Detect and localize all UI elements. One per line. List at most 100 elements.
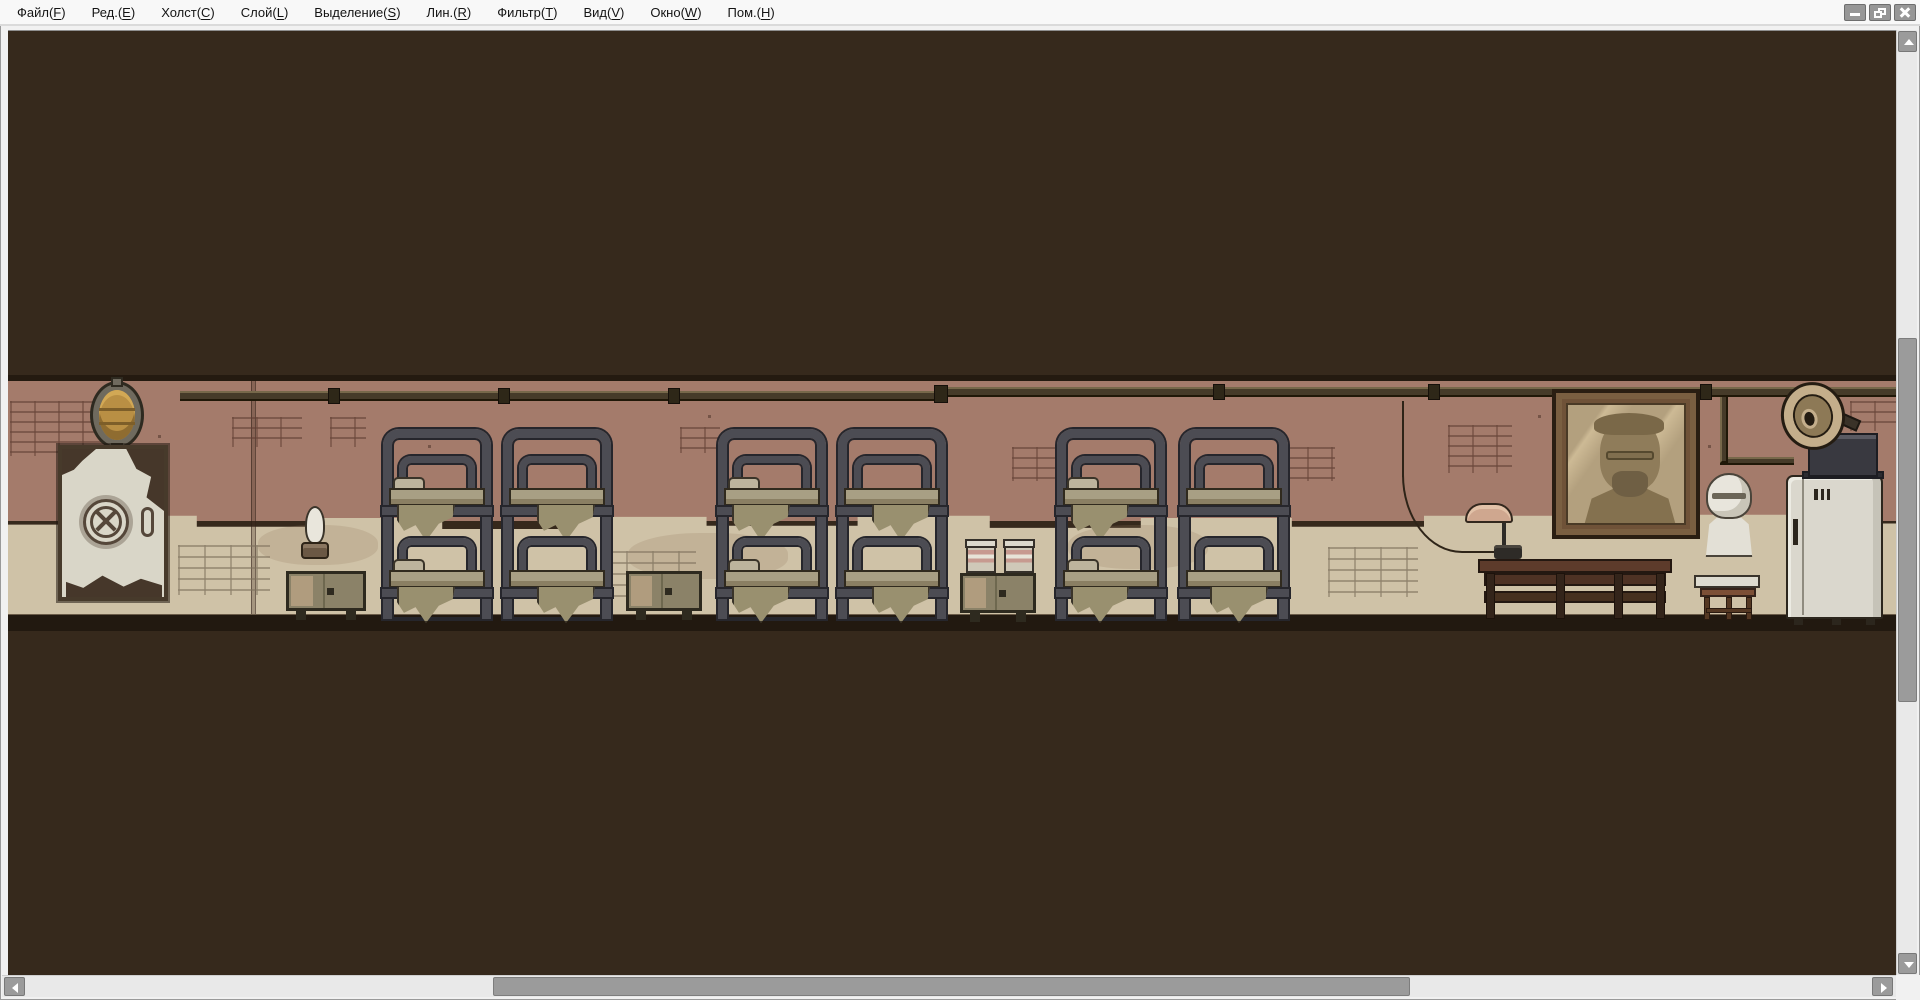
nightstand-foot <box>636 611 646 620</box>
brick-patch-light <box>178 545 270 595</box>
nightstand-foot <box>346 611 356 620</box>
desk-lamp-arm <box>1502 521 1506 547</box>
horizontal-scrollbar[interactable] <box>2 975 1896 997</box>
desk-rail <box>1484 573 1666 586</box>
desk-leg <box>1486 573 1495 619</box>
wall-dot <box>708 415 711 418</box>
desk-rail <box>1484 591 1666 603</box>
restore-button[interactable] <box>1869 4 1891 21</box>
brick-patch <box>680 427 720 453</box>
jar <box>1003 539 1035 573</box>
horizontal-scrollbar-thumb[interactable] <box>493 977 1410 996</box>
brick-patch <box>1012 447 1060 481</box>
wall-dot <box>158 435 161 438</box>
jar-cabinet <box>960 573 1036 613</box>
minimize-button[interactable] <box>1844 4 1866 21</box>
close-button[interactable] <box>1894 4 1916 21</box>
desk-leg <box>1656 573 1665 619</box>
pipe-coupling <box>1213 384 1225 400</box>
brick-patch <box>232 417 302 447</box>
pipe-coupling <box>668 388 680 404</box>
menu-item-canvas[interactable]: Холст(C) <box>148 1 228 24</box>
scroll-up-button[interactable] <box>1898 31 1917 52</box>
menu-item-view[interactable]: Вид(V) <box>571 1 638 24</box>
desk <box>1478 559 1672 573</box>
up-arrow-icon <box>1904 39 1914 45</box>
vertical-scrollbar-thumb[interactable] <box>1898 338 1917 702</box>
cabinet-handle <box>1793 519 1798 545</box>
stool-rung <box>1706 608 1752 613</box>
bunk-bed <box>1177 429 1291 623</box>
ceiling-pipe <box>180 391 940 401</box>
menu-item-window[interactable]: Окно(W) <box>637 1 714 24</box>
hanging-cable-end <box>1462 551 1496 553</box>
scrollbar-corner <box>1896 975 1920 1000</box>
jar <box>965 539 997 573</box>
door-rust-patch <box>62 449 96 475</box>
floor-line <box>8 614 1896 631</box>
bunk-bed <box>1054 429 1168 623</box>
door-handle <box>141 507 154 537</box>
desk-leg <box>1556 573 1565 619</box>
bunk-bed <box>380 429 494 623</box>
stool <box>1700 588 1756 597</box>
menu-item-file[interactable]: Файл(F) <box>4 1 79 24</box>
cabinet-foot <box>1016 613 1026 622</box>
pipe-coupling <box>1428 384 1440 400</box>
wall-dot <box>1538 415 1541 418</box>
menu-item-filter[interactable]: Фильтр(T) <box>484 1 570 24</box>
door-rust-patch <box>66 575 162 597</box>
portrait-painting <box>1552 389 1700 539</box>
portrait-canvas <box>1566 403 1686 525</box>
menu-item-layer[interactable]: Слой(L) <box>228 1 302 24</box>
nightstand-foot <box>296 611 306 620</box>
brick-patch <box>1283 447 1335 481</box>
pipe-elbow-down <box>1720 397 1728 443</box>
wall-dot <box>1708 445 1711 448</box>
bunk-bed <box>715 429 829 623</box>
pipe-coupling <box>1700 384 1712 400</box>
desk-lamp-shade <box>1465 503 1513 523</box>
app-window: Файл(F) Ред.(E) Холст(C) Слой(L) Выделен… <box>0 0 1920 1000</box>
brick-patch <box>1448 425 1512 473</box>
brick-patch-light <box>1328 547 1418 597</box>
desk-lamp-base <box>1494 545 1522 559</box>
nightstand <box>286 571 366 611</box>
scroll-down-button[interactable] <box>1898 953 1917 974</box>
oil-lamp-chimney <box>305 506 325 544</box>
vertical-scrollbar[interactable] <box>1896 30 1917 975</box>
metal-door <box>58 445 168 601</box>
cabinet-foot <box>970 613 980 622</box>
white-cabinet <box>1786 475 1883 625</box>
menu-item-edit[interactable]: Ред.(E) <box>79 1 149 24</box>
scroll-left-button[interactable] <box>4 977 25 996</box>
pipe-coupling <box>328 388 340 404</box>
pipe-elbow-join <box>1720 439 1728 463</box>
scroll-right-button[interactable] <box>1872 977 1893 996</box>
menu-item-line[interactable]: Лин.(R) <box>414 1 485 24</box>
nightstand-foot <box>682 611 692 620</box>
window-controls <box>1844 4 1916 21</box>
door-vent <box>83 499 129 545</box>
bust-glasses <box>1712 493 1746 499</box>
oil-lamp-body <box>301 542 329 559</box>
hanging-cable <box>1402 401 1404 477</box>
minimize-icon <box>1850 13 1860 16</box>
drawing-canvas[interactable] <box>8 30 1896 975</box>
desk-leg <box>1614 573 1623 619</box>
menu-item-selection[interactable]: Выделение(S) <box>301 1 413 24</box>
right-arrow-icon <box>1881 983 1887 993</box>
pipe-coupling <box>498 388 510 404</box>
brick-patch <box>330 417 366 447</box>
bust-plinth <box>1694 575 1760 588</box>
left-arrow-icon <box>12 983 18 993</box>
bunker-room-scene <box>8 375 1896 631</box>
pipe-coupling <box>934 385 948 403</box>
wall-sconce <box>93 379 141 451</box>
bunk-bed <box>835 429 949 623</box>
ceiling-pipe <box>938 387 1896 397</box>
nightstand <box>626 571 702 611</box>
cabinet-logo <box>1814 489 1836 500</box>
sconce-glass <box>99 390 135 440</box>
menu-item-help[interactable]: Пом.(H) <box>715 1 788 24</box>
